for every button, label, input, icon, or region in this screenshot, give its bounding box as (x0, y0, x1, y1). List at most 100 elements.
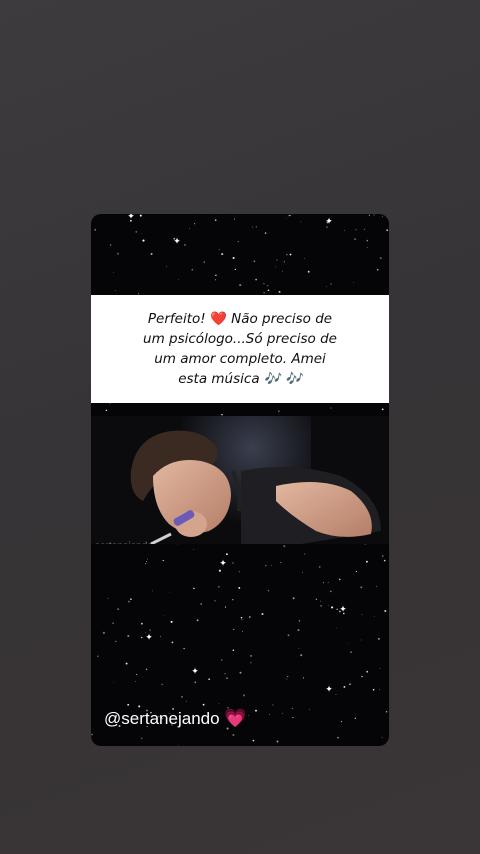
star-dot (350, 651, 352, 653)
star-dot (181, 696, 183, 698)
star-dot (366, 670, 369, 673)
star-dot (233, 628, 235, 631)
star-dot (242, 630, 243, 632)
star-dot (214, 600, 216, 602)
star-dot (112, 622, 114, 625)
star-dot (214, 279, 216, 281)
star-dot (319, 566, 321, 568)
star-dot (117, 252, 119, 255)
star-dot (232, 256, 235, 260)
star-dot (307, 270, 310, 273)
star-dot (237, 241, 239, 243)
star-dot (117, 608, 119, 610)
star-dot (366, 247, 368, 248)
star-dot (203, 261, 206, 263)
sparkle-star-icon: ✦ (191, 667, 199, 677)
quote-line-3: um amor completo. Amei (154, 351, 326, 367)
star-dot (127, 634, 130, 638)
star-dot (323, 582, 324, 584)
star-dot (191, 268, 194, 271)
quote-line-2: um psicólogo...Só preciso de (143, 331, 337, 347)
star-dot (252, 739, 255, 742)
star-dot (193, 587, 195, 590)
star-dot (114, 290, 116, 291)
quote-line-4: esta música 🎶 🎶 (178, 371, 302, 387)
star-dot (376, 585, 378, 587)
star-dot (113, 271, 115, 273)
star-dot (381, 736, 383, 738)
star-dot (302, 677, 305, 679)
star-dot (272, 704, 274, 706)
star-dot (151, 590, 153, 592)
star-dot (297, 629, 300, 632)
star-dot (135, 231, 137, 233)
star-dot (360, 586, 363, 589)
star-dot (386, 229, 389, 232)
star-dot (91, 733, 93, 736)
star-dot (382, 555, 384, 557)
star-dot (300, 221, 302, 223)
star-dot (226, 677, 228, 679)
star-dot (166, 266, 168, 268)
star-dot (170, 620, 173, 623)
star-dot (377, 637, 380, 640)
star-dot (275, 266, 276, 268)
star-dot (225, 553, 228, 556)
star-dot (146, 561, 148, 562)
star-dot (276, 259, 278, 261)
mention-sticker[interactable]: @sertanejando 💗 (104, 708, 247, 729)
star-dot (214, 219, 217, 221)
star-dot (193, 549, 195, 550)
star-dot (215, 274, 217, 276)
mention-text: @sertanejando (104, 709, 220, 728)
star-dot (150, 252, 153, 255)
star-dot (278, 410, 280, 412)
star-dot (379, 688, 380, 690)
star-dot (149, 629, 151, 631)
star-dot (278, 290, 281, 293)
star-dot (366, 560, 368, 563)
star-dot (140, 233, 142, 235)
star-dot (232, 733, 235, 737)
star-dot (292, 707, 294, 709)
star-dot (286, 254, 288, 256)
star-dot (283, 545, 286, 548)
story-card[interactable]: ✦✦✦✦✦✦✦✦✦ Perfeito! ❤️ Não preciso de um… (91, 214, 389, 746)
star-dot (208, 678, 211, 681)
star-dot (242, 694, 246, 697)
star-dot (280, 561, 282, 563)
star-dot (134, 681, 136, 682)
star-dot (384, 609, 387, 613)
star-dot (264, 232, 267, 234)
star-dot (289, 215, 291, 216)
star-dot (202, 703, 205, 706)
star-dot (354, 717, 356, 719)
star-dot (146, 558, 149, 560)
sparkle-star-icon: ✦ (145, 633, 153, 643)
singer-image (91, 416, 389, 544)
star-dot (373, 214, 375, 216)
star-dot (253, 260, 256, 263)
video-watermark: sertanejando (95, 541, 153, 544)
quote-box: Perfeito! ❤️ Não preciso de um psicólogo… (91, 295, 389, 403)
star-dot (221, 659, 223, 661)
star-dot (239, 671, 242, 674)
star-dot (241, 619, 243, 621)
singer-video[interactable]: sertanejando (91, 416, 389, 544)
star-dot (355, 229, 357, 231)
star-dot (184, 244, 186, 246)
star-dot (336, 627, 337, 629)
star-dot (338, 578, 341, 581)
star-dot (329, 590, 332, 593)
star-dot (288, 214, 290, 217)
star-dot (381, 408, 384, 411)
star-dot (289, 253, 292, 256)
star-dot (330, 407, 332, 409)
star-dot (164, 615, 165, 616)
star-dot (343, 685, 346, 688)
star-dot (162, 559, 164, 562)
star-dot (265, 564, 267, 567)
star-dot (267, 289, 270, 292)
star-dot (97, 655, 99, 657)
star-dot (239, 284, 242, 287)
